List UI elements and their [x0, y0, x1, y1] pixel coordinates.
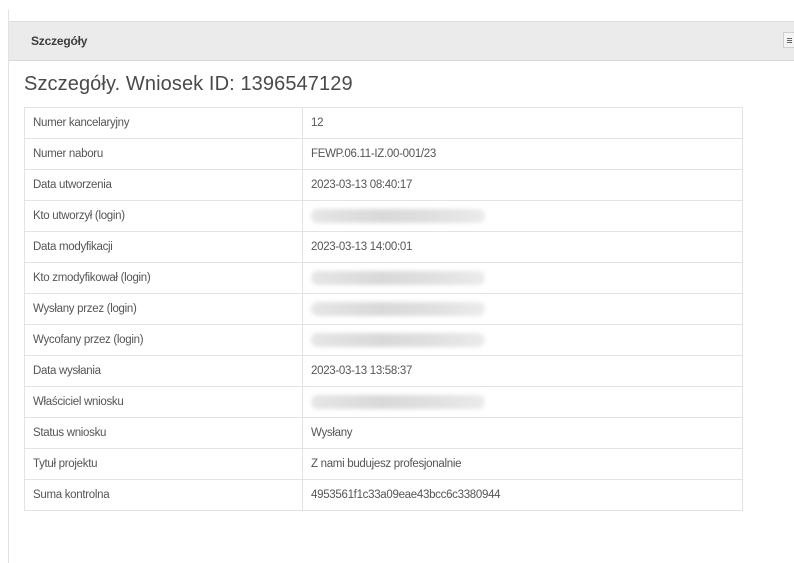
detail-label: Kto utworzył (login): [24, 200, 303, 232]
details-table-body: Numer kancelaryjny 12 Numer naboru FEWP.06.…: [24, 107, 743, 511]
detail-value: 2023-03-13 08:40:17: [302, 169, 743, 201]
detail-label: Wysłany przez (login): [24, 293, 303, 325]
panel-title: Szczegóły: [31, 34, 88, 48]
detail-value: [302, 200, 743, 232]
redacted-value: [311, 302, 485, 316]
detail-label: Właściciel wniosku: [24, 386, 303, 418]
detail-value: [302, 324, 743, 356]
table-row: Wysłany przez (login): [24, 293, 743, 325]
detail-value: 2023-03-13 14:00:01: [302, 231, 743, 263]
detail-label: Kto zmodyfikował (login): [24, 262, 303, 294]
panel-header: Szczegóły: [9, 21, 794, 61]
detail-value: 12: [302, 107, 743, 139]
detail-value: Z nami budujesz profesjonalnie: [302, 448, 743, 480]
table-row: Tytuł projektu Z nami budujesz profesjona…: [24, 448, 743, 480]
detail-label: Data wysłania: [24, 355, 303, 387]
detail-value: [302, 262, 743, 294]
detail-label: Numer naboru: [24, 138, 303, 170]
detail-value: 4953561f1c33a09eae43bcc6c3380944: [302, 479, 743, 511]
detail-label: Status wniosku: [24, 417, 303, 449]
redacted-value: [311, 333, 485, 347]
detail-value: Wysłany: [302, 417, 743, 449]
table-row: Kto zmodyfikował (login): [24, 262, 743, 294]
table-row: Data modyfikacji 2023-03-13 14:00:01: [24, 231, 743, 263]
table-row: Data utworzenia 2023-03-13 08:40:17: [24, 169, 743, 201]
collapse-icon[interactable]: [783, 32, 794, 48]
detail-label: Tytuł projektu: [24, 448, 303, 480]
detail-label: Suma kontrolna: [24, 479, 303, 511]
detail-label: Wycofany przez (login): [24, 324, 303, 356]
detail-value: FEWP.06.11-IZ.00-001/23: [302, 138, 743, 170]
detail-value: [302, 293, 743, 325]
details-table: Numer kancelaryjny 12 Numer naboru FEWP.06.…: [24, 107, 743, 511]
redacted-value: [311, 271, 485, 285]
table-row: Status wniosku Wysłany: [24, 417, 743, 449]
detail-value: 2023-03-13 13:58:37: [302, 355, 743, 387]
table-row: Suma kontrolna 4953561f1c33a09eae43bcc6c3…: [24, 479, 743, 511]
detail-value: [302, 386, 743, 418]
table-row: Kto utworzył (login): [24, 200, 743, 232]
table-row: Numer kancelaryjny 12: [24, 107, 743, 139]
table-row: Data wysłania 2023-03-13 13:58:37: [24, 355, 743, 387]
redacted-value: [311, 395, 485, 409]
detail-label: Numer kancelaryjny: [24, 107, 303, 139]
page-title: Szczegóły. Wniosek ID: 1396547129: [24, 73, 353, 95]
redacted-value: [311, 209, 485, 223]
detail-label: Data modyfikacji: [24, 231, 303, 263]
detail-label: Data utworzenia: [24, 169, 303, 201]
table-row: Numer naboru FEWP.06.11-IZ.00-001/23: [24, 138, 743, 170]
table-row: Wycofany przez (login): [24, 324, 743, 356]
table-row: Właściciel wniosku: [24, 386, 743, 418]
